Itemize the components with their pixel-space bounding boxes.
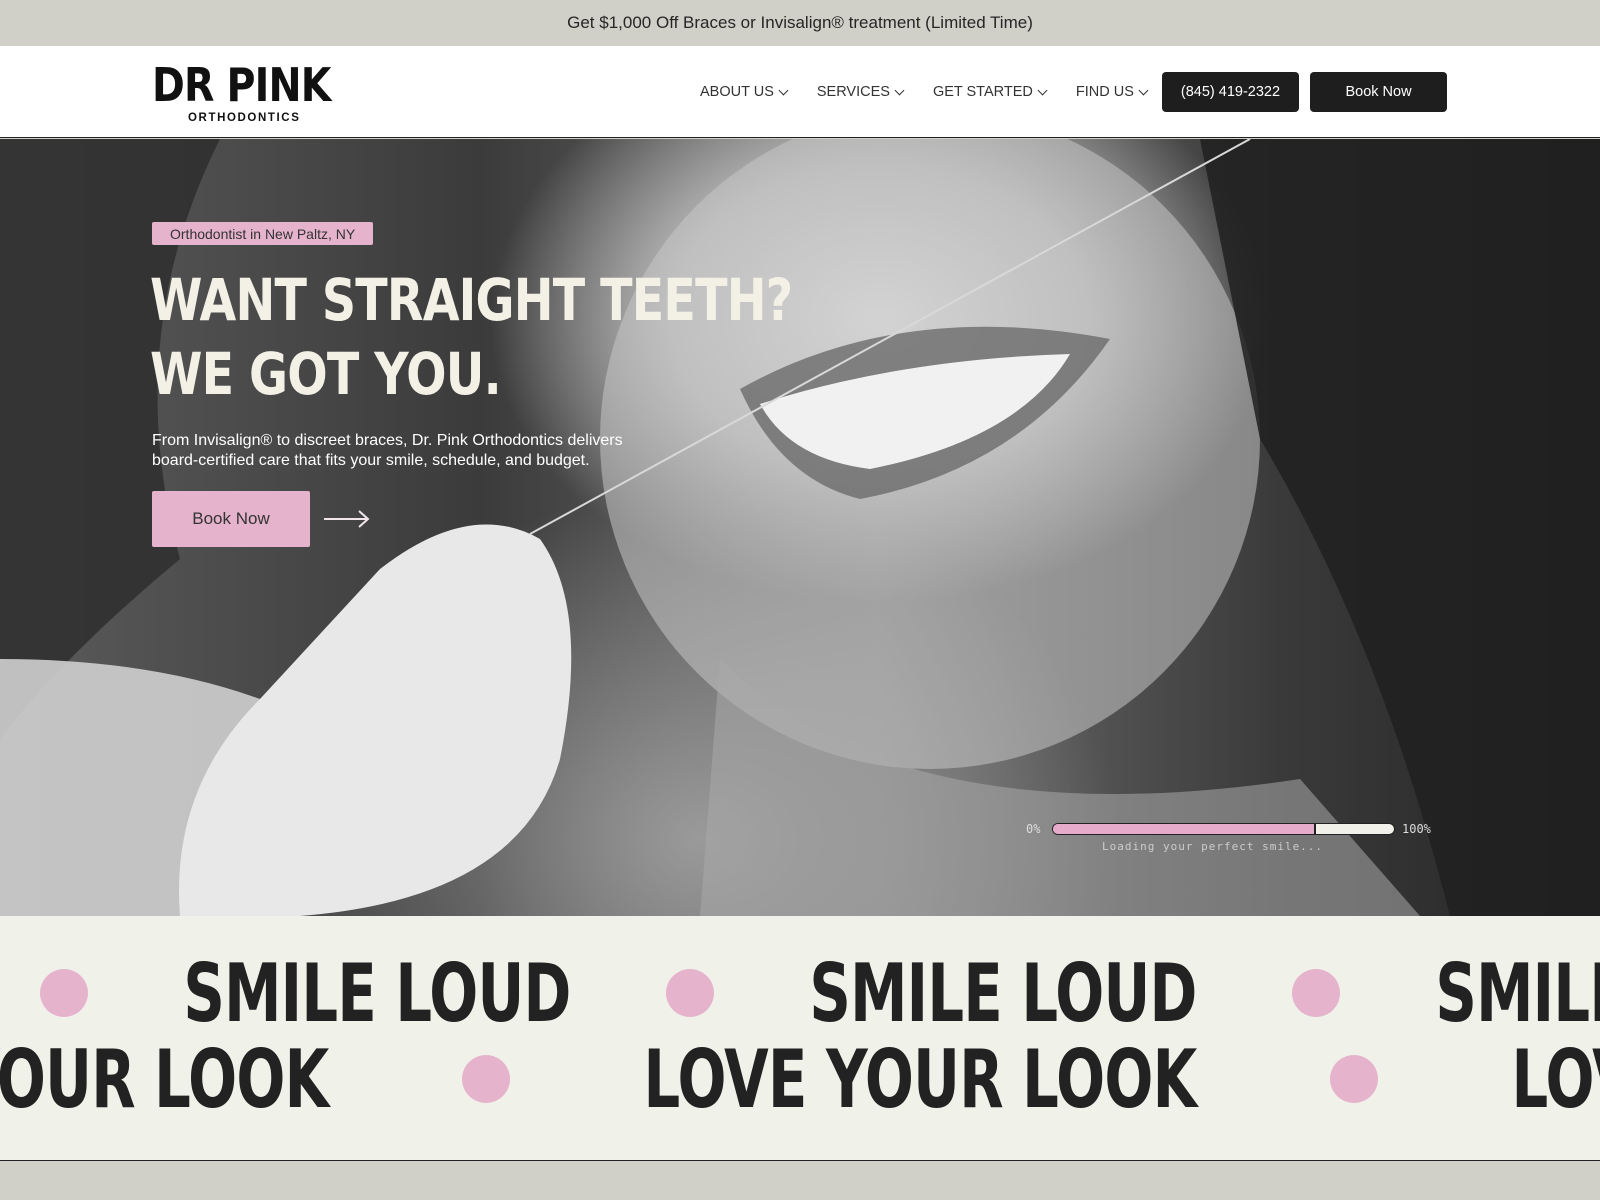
progress-fill — [1053, 824, 1316, 834]
hero-section: Orthodontist in New Paltz, NY WANT STRAI… — [0, 139, 1600, 916]
marquee-banner: SMILE LOUD SMILE LOUD SMILE LOUD SMILE L… — [0, 916, 1600, 1161]
chevron-down-icon — [894, 85, 905, 95]
hero-book-now-button[interactable]: Book Now — [152, 491, 310, 547]
hero-headline-line1: WANT STRAIGHT TEETH? — [150, 266, 793, 334]
nav-label: ABOUT US — [700, 84, 774, 100]
marquee-row-smile: SMILE LOUD SMILE LOUD SMILE LOUD SMILE L… — [0, 946, 1600, 1040]
location-tag: Orthodontist in New Paltz, NY — [152, 222, 374, 245]
hero-headline-line2: WE GOT YOU. — [150, 340, 502, 408]
pink-dot — [665, 969, 714, 1017]
marquee-text: LOVE YOUR LOOK — [643, 1032, 1198, 1126]
pink-dot — [1291, 969, 1340, 1017]
nav-label: SERVICES — [816, 84, 890, 100]
marquee-text: SMILE LOUD — [809, 946, 1197, 1040]
hero-headline: WANT STRAIGHT TEETH? WE GOT YOU. — [150, 263, 793, 411]
nav-label: FIND US — [1075, 84, 1134, 100]
marquee-text: LOVE YOUR LOOK — [0, 1032, 329, 1126]
nav-label: GET STARTED — [932, 84, 1033, 100]
smile-progress: 0% 100% Loading your perfect smile... — [1022, 820, 1442, 860]
nav-get-started[interactable]: GET STARTED — [932, 84, 1048, 100]
pink-dot — [1330, 1055, 1379, 1103]
phone-button[interactable]: (845) 419-2322 — [1162, 72, 1299, 112]
logo-subtitle: ORTHODONTICS — [188, 112, 301, 124]
chevron-down-icon — [1138, 85, 1149, 95]
chevron-down-icon — [778, 85, 789, 95]
site-header: DR PINK ORTHODONTICS ABOUT US SERVICES G… — [0, 46, 1600, 138]
arrow-right-icon[interactable] — [323, 508, 371, 530]
nav-about-us[interactable]: ABOUT US — [700, 84, 789, 100]
pink-dot — [462, 1055, 511, 1103]
promo-banner[interactable]: Get $1,000 Off Braces or Invisalign® tre… — [0, 0, 1600, 46]
logo[interactable]: DR PINK ORTHODONTICS — [152, 60, 331, 126]
progress-caption: Loading your perfect smile... — [1102, 840, 1324, 853]
pink-dot — [40, 969, 88, 1017]
nav-services[interactable]: SERVICES — [816, 84, 905, 100]
promo-text: Get $1,000 Off Braces or Invisalign® tre… — [567, 13, 1033, 32]
nav-find-us[interactable]: FIND US — [1075, 84, 1149, 100]
marquee-text: SMILE LOUD — [183, 946, 571, 1040]
hero-description: From Invisalign® to discreet braces, Dr.… — [152, 432, 623, 469]
main-nav: ABOUT US SERVICES GET STARTED FIND US — [700, 46, 1177, 138]
progress-min-label: 0% — [1026, 822, 1041, 836]
marquee-text: SMILE LOUD — [1435, 946, 1600, 1040]
logo-wordmark: DR PINK — [152, 58, 331, 112]
progress-max-label: 100% — [1402, 822, 1431, 836]
marquee-row-love: LOVE YOUR LOOK LOVE YOUR LOOK LOVE YOUR … — [0, 1032, 1600, 1126]
header-book-now-button[interactable]: Book Now — [1310, 72, 1447, 112]
marquee-text: LOVE YOUR LOOK — [1511, 1032, 1600, 1126]
progress-track — [1052, 823, 1395, 835]
chevron-down-icon — [1037, 85, 1048, 95]
